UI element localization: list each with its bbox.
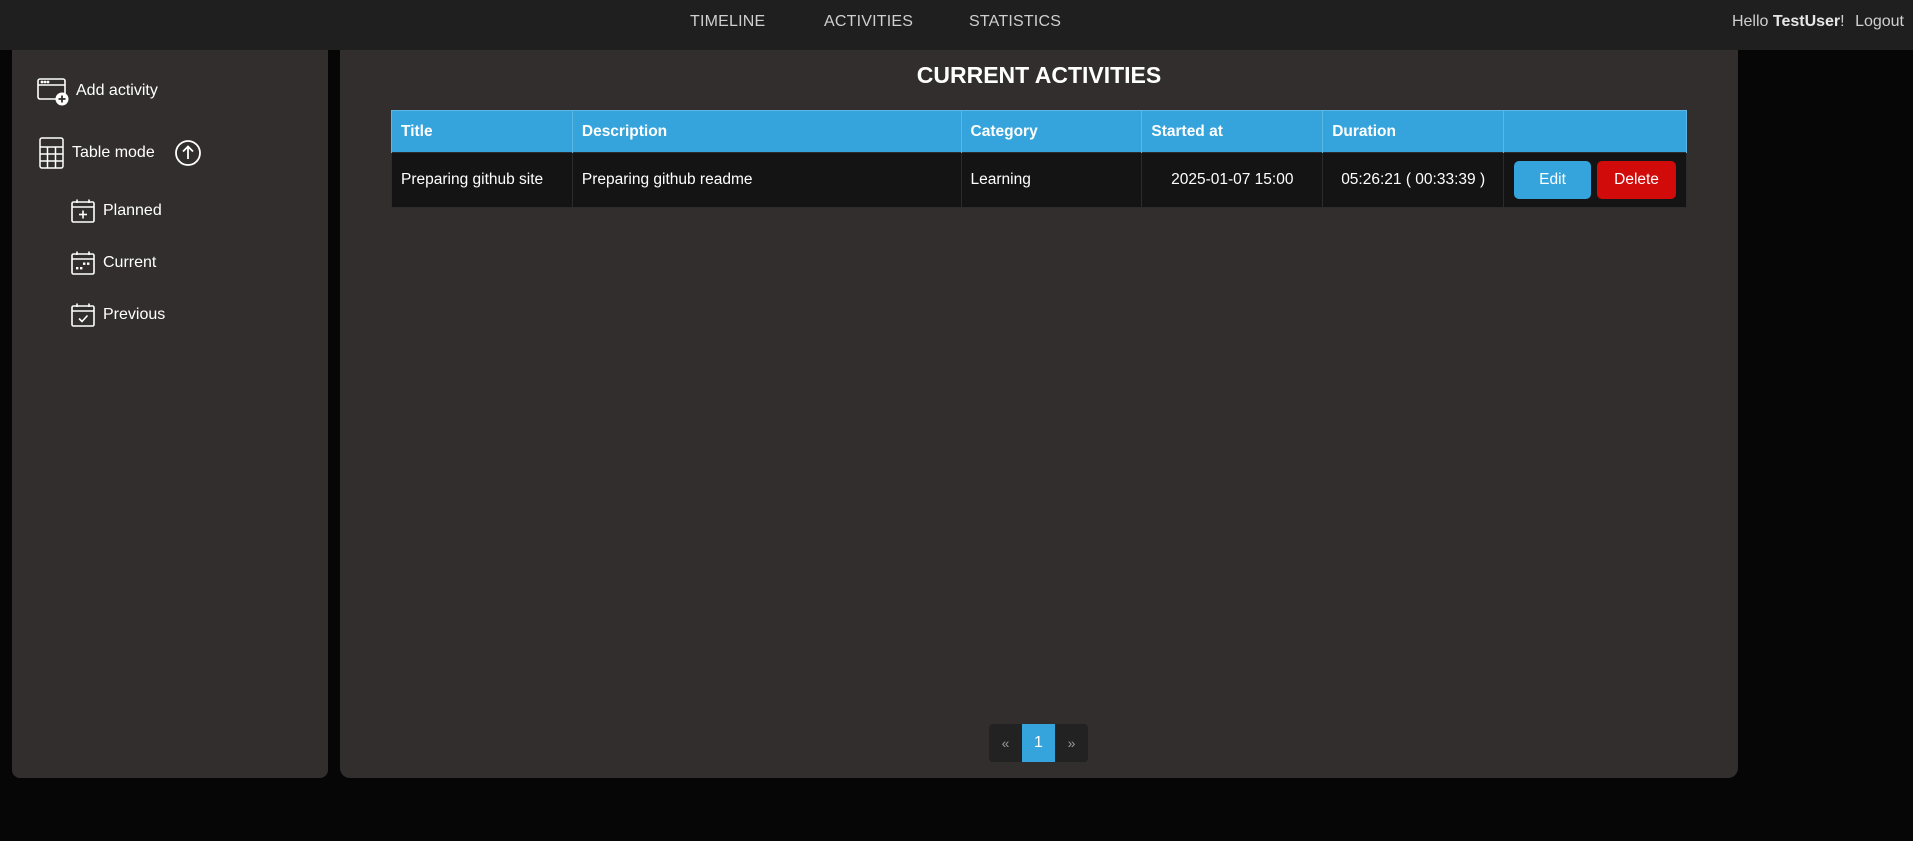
arrow-up-circle-icon[interactable] — [174, 139, 202, 167]
cell-description: Preparing github readme — [571, 152, 962, 208]
logout-link[interactable]: Logout — [1855, 13, 1904, 30]
table-header-row: Title Description Category Started at Du… — [391, 110, 1687, 153]
pagination-prev-button[interactable]: « — [989, 724, 1022, 762]
pagination-next-button[interactable]: » — [1055, 724, 1088, 762]
sidebar-item-previous-label: Previous — [103, 306, 166, 323]
add-activity-label: Add activity — [76, 82, 158, 99]
nav-statistics-link[interactable]: STATISTICS — [969, 0, 1061, 43]
greeting-prefix: Hello — [1731, 13, 1769, 30]
delete-button[interactable]: Delete — [1597, 161, 1677, 199]
table-grid-icon — [38, 136, 66, 170]
column-header-title[interactable]: Title — [391, 110, 573, 153]
cell-duration: 05:26:21 ( 00:33:39 ) — [1322, 152, 1505, 208]
column-header-started-at[interactable]: Started at — [1141, 110, 1324, 153]
sidebar-item-previous[interactable]: Previous — [70, 302, 165, 328]
page-title: CURRENT ACTIVITIES — [916, 62, 1162, 88]
pagination-page-1[interactable]: 1 — [1022, 724, 1055, 762]
user-area: Hello TestUser! Logout — [1732, 0, 1904, 43]
table-row: Preparing github site Preparing github r… — [391, 152, 1687, 208]
column-header-description[interactable]: Description — [571, 110, 962, 153]
cell-started-at: 2025-01-07 15:00 — [1141, 152, 1324, 208]
nav-activities-link[interactable]: ACTIVITIES — [824, 0, 913, 43]
cell-category: Learning — [960, 152, 1143, 208]
top-navbar: TIMELINE ACTIVITIES STATISTICS Hello Tes… — [0, 0, 1913, 50]
add-activity-button[interactable]: Add activity — [36, 76, 158, 106]
sidebar-item-current[interactable]: Current — [70, 250, 156, 276]
calendar-add-icon — [36, 76, 70, 106]
nav-timeline-link[interactable]: TIMELINE — [690, 0, 765, 43]
calendar-dots-icon — [70, 250, 96, 276]
sidebar-item-planned-label: Planned — [103, 202, 162, 219]
table-mode-row[interactable]: Table mode — [38, 136, 202, 170]
calendar-check-icon — [70, 302, 96, 328]
cell-actions: Edit Delete — [1503, 152, 1687, 208]
username: TestUser — [1772, 13, 1841, 30]
sidebar-item-current-label: Current — [103, 254, 157, 271]
calendar-plus-icon — [70, 198, 96, 224]
column-header-actions — [1503, 110, 1687, 153]
sidebar-item-planned[interactable]: Planned — [70, 198, 162, 224]
column-header-duration[interactable]: Duration — [1322, 110, 1505, 153]
greeting-suffix: ! — [1840, 13, 1845, 30]
edit-button[interactable]: Edit — [1514, 161, 1592, 199]
main-panel: CURRENT ACTIVITIES Title Description Cat… — [340, 50, 1738, 778]
sidebar: Add activity Table mode Planned Current … — [12, 50, 328, 778]
table-mode-label: Table mode — [72, 144, 155, 161]
cell-title: Preparing github site — [391, 152, 573, 208]
activities-table: Title Description Category Started at Du… — [391, 110, 1687, 208]
pagination: « 1 » — [989, 724, 1088, 762]
column-header-category[interactable]: Category — [960, 110, 1143, 153]
